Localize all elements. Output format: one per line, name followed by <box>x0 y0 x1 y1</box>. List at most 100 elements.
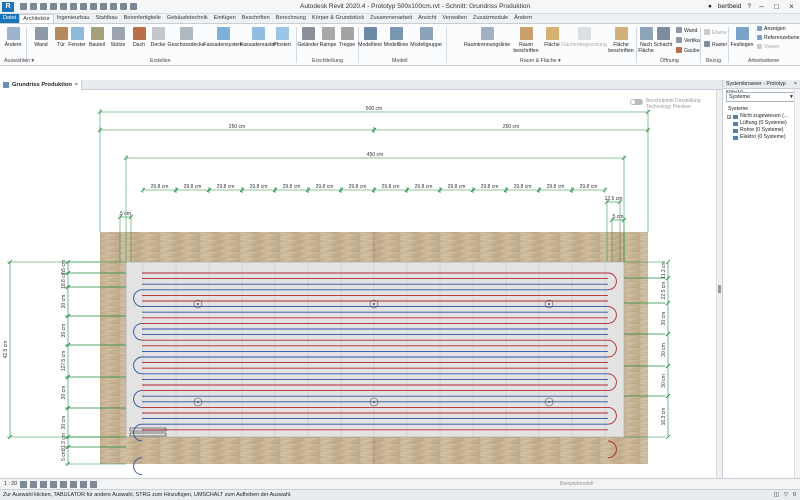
tab-zusatzmodule[interactable]: Zusatzmodule <box>470 14 511 23</box>
window-button[interactable]: Fenster <box>68 27 86 55</box>
tab-beschriften[interactable]: Beschriften <box>239 14 273 23</box>
tab-einfuegen[interactable]: Einfügen <box>211 14 239 23</box>
tab-ingenieurbau[interactable]: Ingenieurbau <box>54 14 93 23</box>
mullion-button[interactable]: Pfosten <box>272 27 292 55</box>
toggle-switch[interactable] <box>630 99 643 105</box>
tab-file[interactable]: Datei <box>0 14 20 23</box>
shadows-icon[interactable] <box>49 480 57 488</box>
room-separator-button[interactable]: Raumtrennungslinie <box>464 27 510 55</box>
tab-zusammenarbeit[interactable]: Zusammenarbeit <box>367 14 415 23</box>
reference-plane-button[interactable]: Referenzebene <box>757 34 799 42</box>
tree-root-systems[interactable]: Systeme <box>726 105 797 113</box>
expand-icon[interactable]: + <box>727 114 731 119</box>
scrollbar-thumb[interactable] <box>718 285 721 293</box>
tab-berechnung[interactable]: Berechnung <box>273 14 309 23</box>
3d-view-icon[interactable] <box>110 3 117 10</box>
model-text-button[interactable]: Modelltext <box>358 27 382 55</box>
panel-select-label[interactable]: Auswählen ▾ <box>4 58 34 64</box>
dimension-icon[interactable] <box>90 3 97 10</box>
heating-panel-area[interactable] <box>125 261 625 438</box>
by-face-button[interactable]: Nach Fläche <box>638 27 654 55</box>
preview-toggle[interactable]: Beschränkte Darstellung Technology Previ… <box>630 98 700 110</box>
tab-stahlbau[interactable]: Stahlbau <box>92 14 120 23</box>
visual-style-icon[interactable] <box>29 480 37 488</box>
ceiling-button[interactable]: Decke <box>150 27 166 55</box>
roof-button[interactable]: Dach <box>132 27 146 55</box>
level-button[interactable]: Ebene <box>704 28 727 37</box>
curtain-grid-button[interactable]: Fassadenraster <box>240 27 276 55</box>
user-name[interactable]: bertbeid <box>718 3 742 10</box>
redo-icon[interactable] <box>60 3 67 10</box>
dormer-button[interactable]: Gaube <box>676 46 700 55</box>
sun-path-icon[interactable] <box>39 480 47 488</box>
curtain-system-button[interactable]: Fassadensystem <box>203 27 243 55</box>
temporary-hide-icon[interactable] <box>79 480 87 488</box>
design-option-label[interactable]: Beispielmodell <box>560 481 593 487</box>
show-crop-icon[interactable] <box>69 480 77 488</box>
tab-ansicht[interactable]: Ansicht <box>415 14 439 23</box>
model-line-button[interactable]: Modelllinie <box>384 27 408 55</box>
tab-architektur[interactable]: Architektur <box>19 14 54 23</box>
detail-level-icon[interactable] <box>19 480 27 488</box>
reveal-hidden-icon[interactable] <box>89 480 97 488</box>
area-boundary-button[interactable]: Flächenbegrenzung <box>561 27 607 55</box>
wall-opening-button[interactable]: Wand <box>676 26 697 35</box>
scale-label[interactable]: 1 : 20 <box>4 481 17 487</box>
door-button[interactable]: Tür <box>54 27 68 55</box>
close-view-icon[interactable]: × <box>75 80 78 90</box>
ramp-button[interactable]: Rampe <box>320 27 336 55</box>
tree-item-ventilation[interactable]: Lüftung (0 Systeme) <box>726 120 797 127</box>
model-line-icon <box>389 27 403 40</box>
tab-gebaeudetechnik[interactable]: Gebäudetechnik <box>164 14 211 23</box>
revit-logo-icon[interactable]: R <box>2 1 14 12</box>
system-filter-select[interactable]: Systeme ▼ <box>726 92 797 102</box>
tab-verwalten[interactable]: Verwalten <box>439 14 470 23</box>
floor-plan-drawing[interactable]: 500 cm 250 cm 250 cm 450 cm 29.8 cm 29.8 cm 29… <box>0 90 716 478</box>
show-workplane-button[interactable]: Anzeigen <box>757 25 786 33</box>
tab-grundriss-produktion[interactable]: Grundriss Produktion × <box>0 80 82 90</box>
save-icon[interactable] <box>30 3 37 10</box>
close-panel-icon[interactable]: × <box>794 80 797 89</box>
worksets-icon[interactable]: ◫ <box>774 490 779 500</box>
tree-item-electrical[interactable]: Elektro (0 Systeme) <box>726 134 797 141</box>
filter-icon[interactable]: ▽ <box>784 490 788 500</box>
section-icon[interactable] <box>120 3 127 10</box>
open-icon[interactable] <box>20 3 27 10</box>
minimize-button[interactable]: – <box>757 2 766 11</box>
help-icon[interactable]: ? <box>747 3 751 10</box>
panel-vertical-scrollbar[interactable] <box>794 89 800 478</box>
modify-button[interactable]: Ändern <box>4 27 22 55</box>
tab-betonfertigteile[interactable]: Betonfertigteile <box>121 14 164 23</box>
shaft-button[interactable]: Schacht <box>654 27 672 55</box>
sync-icon[interactable] <box>40 3 47 10</box>
viewer-button[interactable]: Viewer <box>757 43 780 51</box>
panel-room-area-label[interactable]: Raum & Fläche ▾ <box>520 58 561 64</box>
crop-view-icon[interactable] <box>59 480 67 488</box>
tree-item-unassigned[interactable]: + Nicht zugewiesen (... <box>726 113 797 120</box>
floor-button[interactable]: Geschossdecke <box>168 27 204 55</box>
drawing-canvas[interactable]: 500 cm 250 cm 250 cm 450 cm 29.8 cm 29.8 cm 29… <box>0 90 716 478</box>
close-window-button[interactable]: × <box>787 2 796 11</box>
railing-button[interactable]: Geländer <box>297 27 319 55</box>
measure-icon[interactable] <box>80 3 87 10</box>
wall-button[interactable]: Wand <box>32 27 50 55</box>
switch-windows-icon[interactable] <box>130 3 137 10</box>
stair-button[interactable]: Treppe <box>338 27 356 55</box>
set-workplane-button[interactable]: Festlegen <box>730 27 754 55</box>
grid-button[interactable]: Raster <box>704 40 727 49</box>
tab-aendern[interactable]: Ändern <box>511 14 535 23</box>
text-icon[interactable] <box>100 3 107 10</box>
user-icon[interactable]: ● <box>708 3 712 10</box>
area-button[interactable]: Fläche <box>542 27 562 55</box>
tag-room-button[interactable]: Raum beschriften <box>513 27 539 55</box>
maximize-button[interactable]: □ <box>772 2 781 11</box>
model-group-button[interactable]: Modellgruppe <box>410 27 442 55</box>
undo-icon[interactable] <box>50 3 57 10</box>
vertical-opening-button[interactable]: Vertikal <box>676 36 701 45</box>
print-icon[interactable] <box>70 3 77 10</box>
tag-area-button[interactable]: Fläche beschriften <box>608 27 634 55</box>
component-button[interactable]: Bauteil <box>88 27 106 55</box>
tree-item-pipes[interactable]: Rohre (0 Systeme) <box>726 127 797 134</box>
column-button[interactable]: Stütze <box>110 27 126 55</box>
tab-koerper-grundstueck[interactable]: Körper & Grundstück <box>309 14 367 23</box>
